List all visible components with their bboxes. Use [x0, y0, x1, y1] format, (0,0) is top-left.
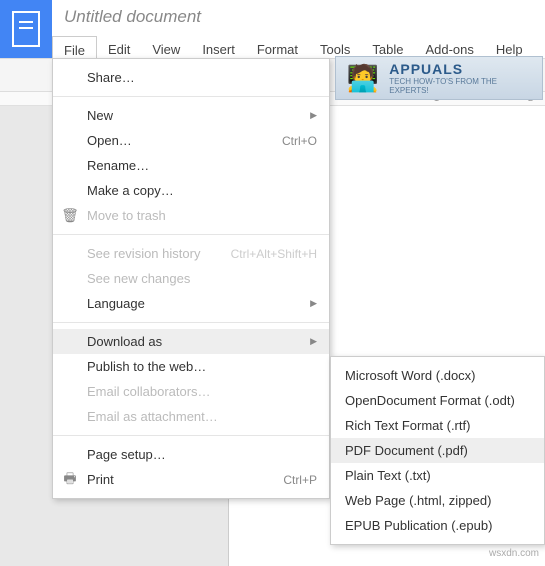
menu-share[interactable]: Share…	[53, 65, 329, 90]
watermark: wsxdn.com	[489, 548, 539, 559]
menu-label: Download as	[87, 334, 310, 349]
submenu-epub[interactable]: EPUB Publication (.epub)	[331, 513, 544, 538]
submenu-pdf[interactable]: PDF Document (.pdf)	[331, 438, 544, 463]
separator	[53, 96, 329, 97]
menu-move-trash: 🗑 Move to trash	[53, 203, 329, 228]
shortcut: Ctrl+Alt+Shift+H	[231, 247, 317, 261]
menu-label: See revision history	[87, 246, 231, 261]
appuals-badge: 🧑‍💻 APPUALS TECH HOW-TO'S FROM THE EXPER…	[335, 56, 543, 100]
menu-label: Make a copy…	[87, 183, 317, 198]
menu-label: Print	[87, 472, 283, 487]
chevron-right-icon: ▶	[310, 110, 317, 121]
submenu-odt[interactable]: OpenDocument Format (.odt)	[331, 388, 544, 413]
menu-email-collaborators: Email collaborators…	[53, 379, 329, 404]
menu-label: Rename…	[87, 158, 317, 173]
chevron-right-icon: ▶	[310, 336, 317, 347]
chevron-right-icon: ▶	[310, 298, 317, 309]
menu-make-copy[interactable]: Make a copy…	[53, 178, 329, 203]
mascot-icon: 🧑‍💻	[342, 59, 383, 97]
menu-label: Share…	[87, 70, 317, 85]
docs-logo[interactable]	[0, 0, 52, 58]
menu-new-changes: See new changes	[53, 266, 329, 291]
menu-label: Email collaborators…	[87, 384, 317, 399]
document-icon	[12, 11, 40, 47]
trash-icon: 🗑	[61, 207, 79, 224]
menu-email-attachment: Email as attachment…	[53, 404, 329, 429]
download-as-submenu: Microsoft Word (.docx) OpenDocument Form…	[330, 356, 545, 545]
separator	[53, 322, 329, 323]
menu-language[interactable]: Language▶	[53, 291, 329, 316]
menu-label: Language	[87, 296, 310, 311]
menu-label: See new changes	[87, 271, 317, 286]
menu-page-setup[interactable]: Page setup…	[53, 442, 329, 467]
menu-label: Publish to the web…	[87, 359, 317, 374]
menu-label: Open…	[87, 133, 282, 148]
menu-download-as[interactable]: Download as▶	[53, 329, 329, 354]
menu-label: Page setup…	[87, 447, 317, 462]
menu-label: Move to trash	[87, 208, 317, 223]
submenu-docx[interactable]: Microsoft Word (.docx)	[331, 363, 544, 388]
separator	[53, 234, 329, 235]
menu-revision-history: See revision historyCtrl+Alt+Shift+H	[53, 241, 329, 266]
separator	[53, 435, 329, 436]
shortcut: Ctrl+O	[282, 134, 317, 148]
menu-rename[interactable]: Rename…	[53, 153, 329, 178]
submenu-html[interactable]: Web Page (.html, zipped)	[331, 488, 544, 513]
menu-label: New	[87, 108, 310, 123]
file-dropdown: Share… New▶ Open…Ctrl+O Rename… Make a c…	[52, 58, 330, 499]
menu-print[interactable]: 🖶 PrintCtrl+P	[53, 467, 329, 492]
shortcut: Ctrl+P	[283, 473, 317, 487]
menu-open[interactable]: Open…Ctrl+O	[53, 128, 329, 153]
submenu-txt[interactable]: Plain Text (.txt)	[331, 463, 544, 488]
print-icon: 🖶	[61, 468, 79, 492]
menu-label: Email as attachment…	[87, 409, 317, 424]
badge-subtitle: TECH HOW-TO'S FROM THE EXPERTS!	[389, 77, 536, 95]
menu-new[interactable]: New▶	[53, 103, 329, 128]
menu-publish[interactable]: Publish to the web…	[53, 354, 329, 379]
badge-title: APPUALS	[389, 61, 536, 77]
document-title[interactable]: Untitled document	[64, 7, 201, 27]
submenu-rtf[interactable]: Rich Text Format (.rtf)	[331, 413, 544, 438]
